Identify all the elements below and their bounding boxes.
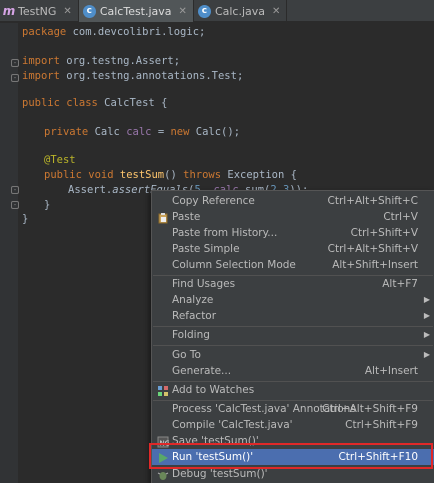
fold-icon[interactable]: - bbox=[11, 201, 19, 209]
close-icon[interactable]: ✕ bbox=[63, 6, 71, 17]
menu-item-compile[interactable]: Compile 'CalcTest.java' Ctrl+Shift+F9 bbox=[152, 417, 434, 433]
fold-icon[interactable]: - bbox=[11, 74, 19, 82]
menu-item-paste-simple[interactable]: Paste Simple Ctrl+Alt+Shift+V bbox=[152, 241, 434, 257]
editor-tab-bar: m TestNG ✕ c CalcTest.java ✕ c Calc.java… bbox=[0, 0, 434, 22]
menu-item-find-usages[interactable]: Find Usages Alt+F7 bbox=[152, 276, 434, 292]
fold-icon[interactable]: - bbox=[11, 186, 19, 194]
tab-calctest[interactable]: c CalcTest.java ✕ bbox=[78, 0, 194, 22]
menu-item-run[interactable]: Run 'testSum()' Ctrl+Shift+F10 bbox=[152, 449, 434, 465]
tab-label: CalcTest.java bbox=[99, 4, 172, 18]
svg-text:NG: NG bbox=[159, 439, 169, 447]
submenu-arrow-icon: ▶ bbox=[423, 330, 430, 339]
code-line: } bbox=[22, 213, 29, 225]
code-content: package com.devcolibri.logic; import org… bbox=[22, 23, 308, 225]
code-line: import org.testng.annotations.Test; bbox=[22, 70, 244, 82]
editor-gutter bbox=[0, 23, 18, 483]
watches-icon bbox=[156, 384, 169, 397]
menu-item-add-to-watches[interactable]: Add to Watches bbox=[152, 382, 434, 398]
tab-label: TestNG bbox=[18, 4, 57, 18]
menu-item-process-annotations[interactable]: Process 'CalcTest.java' Annotations Ctrl… bbox=[152, 401, 434, 417]
menu-item-refactor[interactable]: Refactor ▶ bbox=[152, 308, 434, 324]
paste-icon bbox=[156, 211, 169, 224]
tab-calc[interactable]: c Calc.java ✕ bbox=[194, 0, 288, 22]
menu-item-save[interactable]: NG Save 'testSum()' bbox=[152, 433, 434, 449]
tab-label: Calc.java bbox=[214, 4, 266, 18]
code-line: import org.testng.Assert; bbox=[22, 55, 181, 67]
menu-item-paste-from-history[interactable]: Paste from History... Ctrl+Shift+V bbox=[152, 225, 434, 241]
menu-item-generate[interactable]: Generate... Alt+Insert bbox=[152, 363, 434, 379]
menu-separator bbox=[153, 345, 433, 346]
code-line: @Test bbox=[44, 154, 76, 166]
code-line: package com.devcolibri.logic; bbox=[22, 26, 206, 38]
menu-item-column-selection-mode[interactable]: Column Selection Mode Alt+Shift+Insert bbox=[152, 257, 434, 273]
submenu-arrow-icon: ▶ bbox=[423, 295, 430, 304]
code-line: public class CalcTest { bbox=[22, 97, 168, 109]
class-icon: c bbox=[197, 4, 211, 18]
fold-icon[interactable]: - bbox=[11, 59, 19, 67]
close-icon[interactable]: ✕ bbox=[179, 6, 187, 17]
submenu-arrow-icon: ▶ bbox=[423, 311, 430, 320]
menu-item-debug[interactable]: Debug 'testSum()' bbox=[152, 466, 434, 482]
class-icon: c bbox=[82, 4, 96, 18]
close-icon[interactable]: ✕ bbox=[272, 6, 280, 17]
menu-item-copy-reference[interactable]: Copy Reference Ctrl+Alt+Shift+C bbox=[152, 193, 434, 209]
menu-item-analyze[interactable]: Analyze ▶ bbox=[152, 292, 434, 308]
testng-icon: m bbox=[2, 4, 16, 18]
testng-config-icon: NG bbox=[156, 435, 169, 448]
menu-item-paste[interactable]: Paste Ctrl+V bbox=[152, 209, 434, 225]
submenu-arrow-icon: ▶ bbox=[423, 350, 430, 359]
code-line: private Calc calc = new Calc(); bbox=[44, 126, 241, 138]
code-line: } bbox=[44, 199, 51, 211]
tab-testng[interactable]: m TestNG ✕ bbox=[0, 0, 79, 22]
debug-icon bbox=[156, 468, 169, 481]
context-menu: Copy Reference Ctrl+Alt+Shift+C Paste Ct… bbox=[151, 190, 434, 483]
run-icon bbox=[156, 451, 169, 464]
menu-item-go-to[interactable]: Go To ▶ bbox=[152, 347, 434, 363]
code-line: public void testSum() throws Exception { bbox=[44, 169, 297, 181]
menu-item-folding[interactable]: Folding ▶ bbox=[152, 327, 434, 343]
